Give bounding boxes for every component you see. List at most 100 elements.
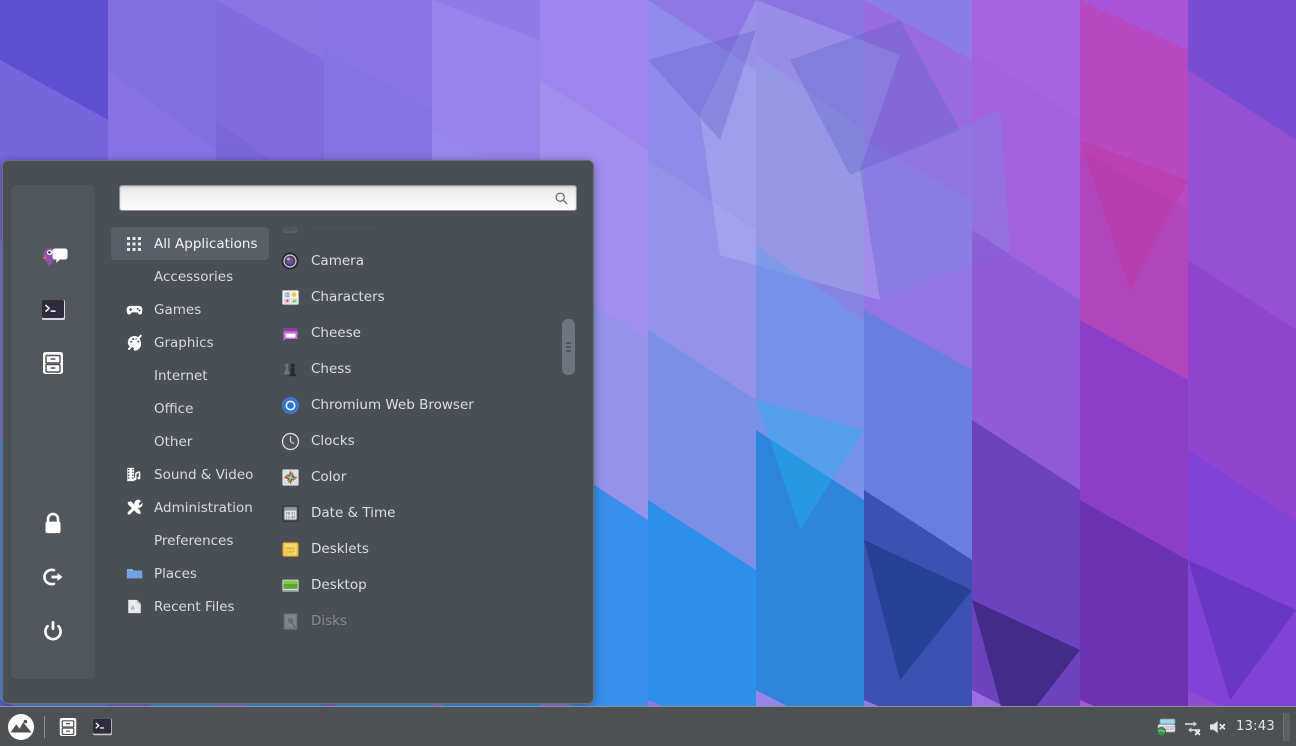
- app-item-camera[interactable]: Camera: [273, 243, 559, 279]
- category-all-applications[interactable]: All Applications: [111, 227, 269, 260]
- taskbar-panel: 13:43: [0, 706, 1296, 746]
- category-internet[interactable]: Internet: [111, 359, 269, 392]
- category-label: Office: [154, 400, 194, 417]
- datetime-icon: 08 31 12 45: [279, 502, 301, 524]
- taskbar-left-group: [0, 710, 119, 744]
- search-box[interactable]: [119, 185, 577, 211]
- category-accessories[interactable]: Accessories: [111, 260, 269, 293]
- app-item-chess[interactable]: Chess: [273, 351, 559, 387]
- desklets-icon: Note: [279, 538, 301, 560]
- category-label: Graphics: [154, 334, 214, 351]
- app-item-cheese[interactable]: Cheese: [273, 315, 559, 351]
- app-item-clocks[interactable]: Clocks: [273, 423, 559, 459]
- category-games[interactable]: Games: [111, 293, 269, 326]
- svg-text:♫: ♫: [285, 292, 289, 298]
- category-office[interactable]: Office: [111, 392, 269, 425]
- search-icon[interactable]: [550, 186, 572, 210]
- svg-text:12: 12: [285, 515, 289, 519]
- app-label: Cheese: [311, 325, 361, 341]
- app-item-characters[interactable]: ♫ ✦ ↵ Characters: [273, 279, 559, 315]
- calculator-icon: [279, 225, 301, 236]
- folder-icon: [123, 563, 145, 585]
- logout-icon[interactable]: [27, 551, 79, 603]
- svg-text:✦: ✦: [285, 298, 289, 304]
- taskbar-separator: [44, 715, 45, 738]
- app-item-disks[interactable]: Disks: [273, 603, 559, 639]
- lock-screen-icon[interactable]: [27, 498, 79, 550]
- blank-icon: [123, 431, 145, 453]
- app-label: Chess: [311, 361, 352, 377]
- application-list-container: Calculator Camera ♫ ✦ ↵ Characters Chees…: [269, 225, 585, 695]
- search-input[interactable]: [120, 186, 550, 210]
- blank-icon: [123, 266, 145, 288]
- desktop-icon: [279, 574, 301, 596]
- category-label: Recent Files: [154, 598, 235, 615]
- keyboard-layout-icon[interactable]: [1154, 712, 1180, 742]
- list-fade-bottom: [269, 673, 585, 695]
- show-desktop-button[interactable]: [1283, 712, 1290, 741]
- app-item-color[interactable]: Color: [273, 459, 559, 495]
- app-item-chromium-web-browser[interactable]: Chromium Web Browser: [273, 387, 559, 423]
- app-label: Disks: [311, 613, 348, 629]
- palette-icon: [123, 332, 145, 354]
- category-label: Sound & Video: [154, 466, 254, 483]
- app-item-date-and-time[interactable]: 08 31 12 45 Date & Time: [273, 495, 559, 531]
- app-item-desklets[interactable]: Note Desklets: [273, 531, 559, 567]
- cheese-icon: [279, 322, 301, 344]
- blank-icon: [123, 398, 145, 420]
- category-label: Preferences: [154, 532, 234, 549]
- gamepad-icon: [123, 299, 145, 321]
- category-recent-files[interactable]: A Recent Files: [111, 590, 269, 623]
- chess-icon: [279, 358, 301, 380]
- svg-text:↵: ↵: [292, 299, 296, 304]
- desktop: All Applications Accessories Games Graph…: [0, 0, 1296, 746]
- app-label: Clocks: [311, 433, 355, 449]
- app-item-desktop[interactable]: Desktop: [273, 567, 559, 603]
- category-places[interactable]: Places: [111, 557, 269, 590]
- system-tray: 13:43: [1154, 712, 1296, 742]
- files-launcher[interactable]: [51, 710, 85, 744]
- scrollbar-thumb[interactable]: [562, 319, 575, 375]
- terminal-icon[interactable]: [27, 284, 79, 336]
- color-icon: [279, 466, 301, 488]
- application-menu-popup: All Applications Accessories Games Graph…: [2, 160, 594, 704]
- chromium-icon: [279, 394, 301, 416]
- application-list: Calculator Camera ♫ ✦ ↵ Characters Chees…: [273, 225, 559, 639]
- app-label: Calculator: [311, 225, 380, 233]
- film-music-icon: [123, 464, 145, 486]
- clock[interactable]: 13:43: [1232, 719, 1283, 734]
- files-icon[interactable]: [27, 337, 79, 389]
- menu-main-area: All Applications Accessories Games Graph…: [95, 161, 593, 703]
- category-label: Internet: [154, 367, 208, 384]
- svg-text:45: 45: [291, 515, 295, 519]
- app-label: Desklets: [311, 541, 369, 557]
- terminal-launcher[interactable]: [85, 710, 119, 744]
- network-disconnected-icon[interactable]: [1180, 712, 1206, 742]
- category-other[interactable]: Other: [111, 425, 269, 458]
- recent-file-icon: A: [123, 596, 145, 618]
- app-label: Desktop: [311, 577, 367, 593]
- category-sound-and-video[interactable]: Sound & Video: [111, 458, 269, 491]
- camera-icon: [279, 250, 301, 272]
- category-label: Administration: [154, 499, 253, 516]
- app-label: Date & Time: [311, 505, 396, 521]
- app-label: Chromium Web Browser: [311, 397, 474, 413]
- category-label: Other: [154, 433, 193, 450]
- app-item-calculator[interactable]: Calculator: [273, 225, 559, 243]
- app-label: Camera: [311, 253, 364, 269]
- mint-menu-button[interactable]: [4, 710, 38, 744]
- tools-icon: [123, 497, 145, 519]
- category-preferences[interactable]: Preferences: [111, 524, 269, 557]
- svg-text:A: A: [130, 606, 134, 612]
- application-list-scrollbar[interactable]: [562, 237, 575, 683]
- blank-icon: [123, 530, 145, 552]
- app-label: Characters: [311, 289, 385, 305]
- category-administration[interactable]: Administration: [111, 491, 269, 524]
- power-icon[interactable]: [27, 604, 79, 656]
- menu-favorites-sidebar: [11, 185, 95, 679]
- pidgin-chat-icon[interactable]: [27, 231, 79, 283]
- volume-muted-icon[interactable]: [1206, 712, 1232, 742]
- category-graphics[interactable]: Graphics: [111, 326, 269, 359]
- scrollbar-grip: [566, 340, 571, 354]
- menu-columns: All Applications Accessories Games Graph…: [111, 225, 585, 695]
